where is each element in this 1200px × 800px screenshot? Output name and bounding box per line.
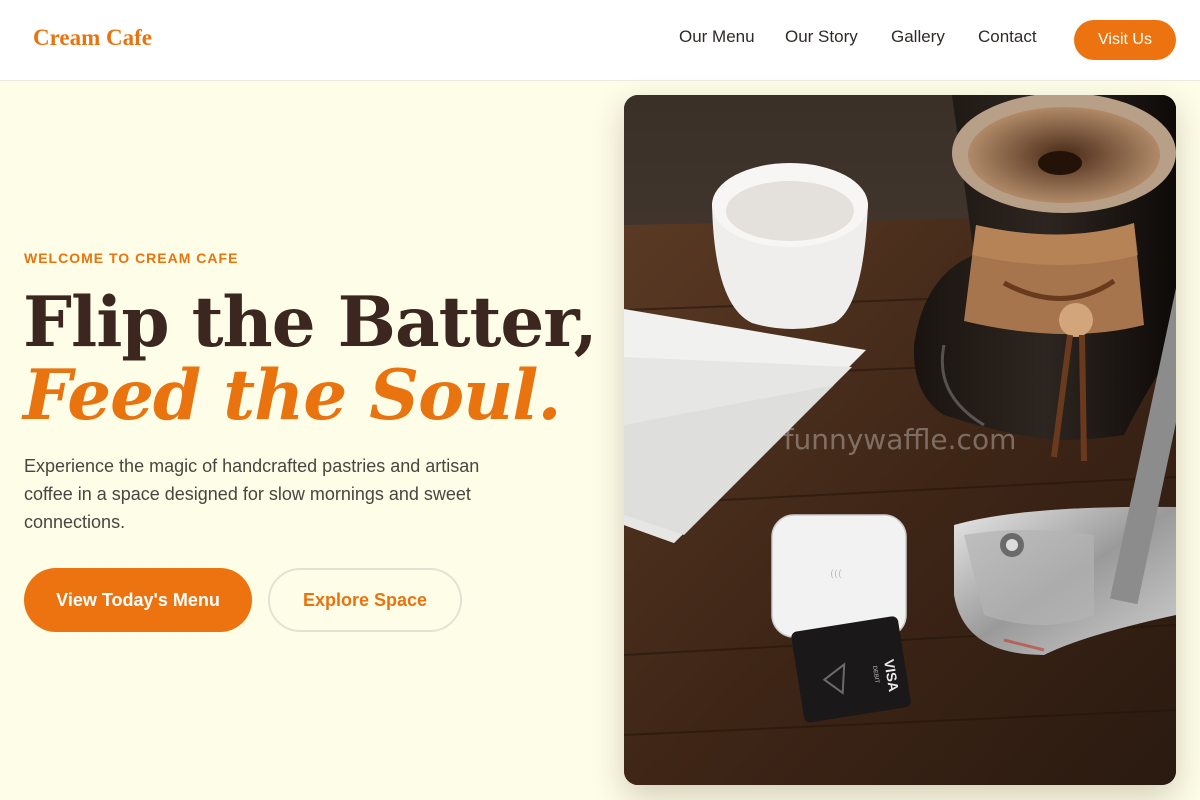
photo-watermark: funnywaffle.com <box>784 423 1017 456</box>
hero-eyebrow: WELCOME TO CREAM CAFE <box>24 250 239 266</box>
nav-link-gallery[interactable]: Gallery <box>891 27 945 47</box>
contactless-icon: ((( <box>830 569 842 580</box>
hero-photo: ((( VISA DEBIT funnywaffle.com <box>624 95 1176 785</box>
site-header: Cream Cafe Our Menu Our Story Gallery Co… <box>0 0 1200 81</box>
nav-link-story[interactable]: Our Story <box>785 27 858 47</box>
nav-link-contact[interactable]: Contact <box>978 27 1037 47</box>
nav-link-menu[interactable]: Our Menu <box>679 27 755 47</box>
hero-headline-line-2: Feed the Soul. <box>23 355 561 436</box>
chemex-pour-over <box>913 95 1176 462</box>
visit-us-button[interactable]: Visit Us <box>1074 20 1176 60</box>
explore-space-button[interactable]: Explore Space <box>268 568 462 632</box>
hero-headline-line-1: Flip the Batter, <box>23 282 598 363</box>
hero-photo-illustration: ((( VISA DEBIT funnywaffle.com <box>624 95 1176 785</box>
brand-logo[interactable]: Cream Cafe <box>33 25 152 51</box>
view-menu-button[interactable]: View Today's Menu <box>24 568 252 632</box>
debit-card: VISA DEBIT <box>791 616 911 723</box>
hero-description: Experience the magic of handcrafted past… <box>24 456 480 532</box>
white-cup <box>712 163 868 329</box>
